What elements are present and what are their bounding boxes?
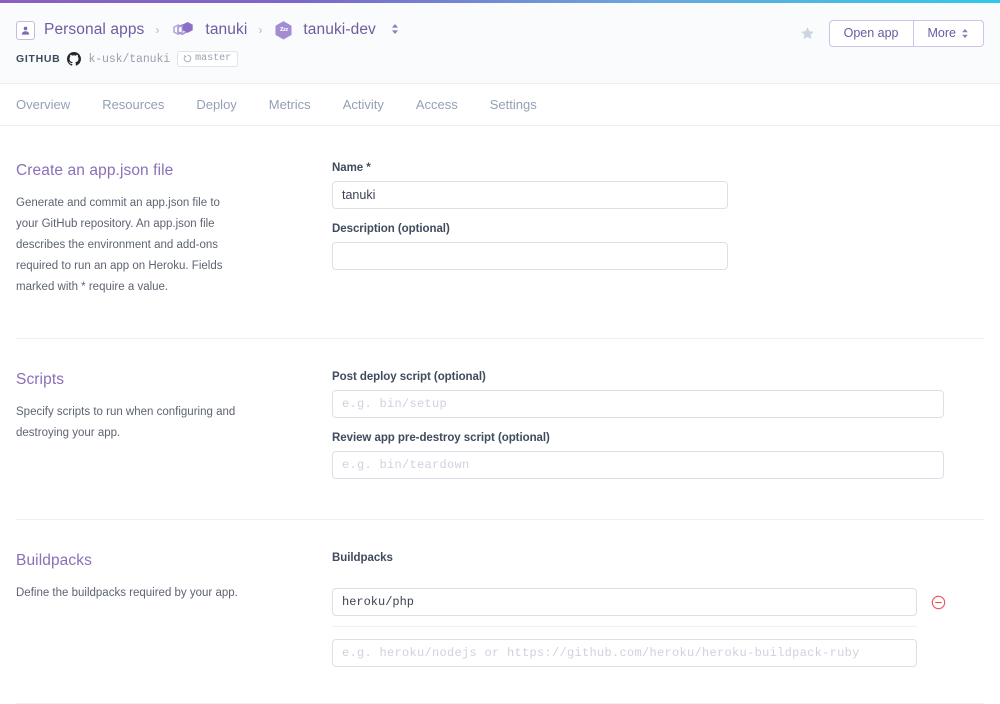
github-provider-label: GITHUB (16, 53, 61, 65)
branch-badge[interactable]: master (177, 51, 239, 67)
more-button[interactable]: More (912, 21, 983, 46)
star-icon[interactable] (800, 26, 815, 41)
field-pre-destroy-script: Review app pre-destroy script (optional) (332, 432, 944, 479)
breadcrumb-item-tanuki[interactable]: tanuki (170, 19, 247, 41)
app-header: Personal apps › tanuki › z zz tanuki-dev… (0, 3, 1000, 84)
sync-icon (183, 54, 192, 63)
section-appjson-form: Name * Description (optional) (332, 162, 944, 298)
section-scripts: Scripts Specify scripts to run when conf… (16, 339, 984, 519)
github-icon (67, 52, 82, 66)
section-appjson-title: Create an app.json file (16, 162, 174, 179)
description-input[interactable] (332, 242, 728, 270)
breadcrumb-separator: › (155, 23, 160, 37)
section-appjson-description: Generate and commit an app.json file to … (16, 197, 223, 293)
section-buildpacks-title: Buildpacks (16, 552, 92, 569)
github-connection-row: GITHUB k-usk/tanuki master (16, 51, 984, 67)
buildpack-entry-row (332, 588, 972, 616)
tab-access[interactable]: Access (400, 84, 474, 126)
section-create-appjson: Create an app.json file Generate and com… (16, 126, 984, 338)
field-description: Description (optional) (332, 223, 944, 270)
buildpack-new-row (332, 639, 972, 667)
buildpacks-label: Buildpacks (332, 552, 393, 564)
tab-settings[interactable]: Settings (474, 84, 553, 126)
pipeline-hexagons-icon (170, 19, 196, 41)
post-deploy-script-label: Post deploy script (optional) (332, 371, 486, 383)
breadcrumb-label-personal-apps: Personal apps (44, 21, 145, 38)
section-buildpacks: Buildpacks Define the buildpacks require… (16, 520, 984, 703)
section-appjson-info: Create an app.json file Generate and com… (16, 162, 332, 298)
breadcrumb-separator-2: › (258, 23, 263, 37)
description-label: Description (optional) (332, 223, 450, 235)
buildpack-new-input[interactable] (332, 639, 917, 667)
section-buildpacks-info: Buildpacks Define the buildpacks require… (16, 552, 332, 667)
section-scripts-info: Scripts Specify scripts to run when conf… (16, 371, 332, 479)
app-actions-button-group: Open app More (828, 20, 984, 47)
branch-name: master (195, 53, 232, 64)
buildpack-input[interactable] (332, 588, 917, 616)
tab-metrics[interactable]: Metrics (253, 84, 327, 126)
section-scripts-title: Scripts (16, 371, 65, 388)
chevron-updown-icon[interactable] (391, 23, 399, 38)
name-input[interactable] (332, 181, 728, 209)
breadcrumb-label-tanuki: tanuki (205, 21, 248, 38)
person-icon (16, 20, 35, 40)
buildpack-divider (332, 626, 917, 627)
section-scripts-description: Specify scripts to run when configuring … (16, 406, 236, 439)
breadcrumb-label-tanuki-dev: tanuki-dev (303, 21, 376, 38)
sleeping-app-hexagon-icon: z zz (273, 20, 294, 41)
tab-overview[interactable]: Overview (16, 84, 86, 126)
chevron-updown-icon-more (961, 28, 969, 39)
main-content: Create an app.json file Generate and com… (0, 126, 1000, 704)
name-label: Name * (332, 162, 371, 174)
field-name: Name * (332, 162, 944, 209)
field-post-deploy-script: Post deploy script (optional) (332, 371, 944, 418)
remove-circle-icon[interactable] (931, 595, 946, 610)
tab-resources[interactable]: Resources (86, 84, 180, 126)
section-scripts-form: Post deploy script (optional) Review app… (332, 371, 944, 479)
zzz-text: z zz (279, 26, 288, 33)
post-deploy-script-input[interactable] (332, 390, 944, 418)
open-app-button[interactable]: Open app (830, 21, 913, 46)
app-nav-tabs: Overview Resources Deploy Metrics Activi… (0, 84, 1000, 126)
tab-activity[interactable]: Activity (327, 84, 400, 126)
breadcrumb-item-tanuki-dev[interactable]: z zz tanuki-dev (273, 20, 399, 41)
breadcrumb-item-personal-apps[interactable]: Personal apps (16, 20, 145, 40)
pre-destroy-script-label: Review app pre-destroy script (optional) (332, 432, 550, 444)
pre-destroy-script-input[interactable] (332, 451, 944, 479)
header-actions: Open app More (800, 20, 984, 47)
section-buildpacks-description: Define the buildpacks required by your a… (16, 587, 238, 599)
tab-deploy[interactable]: Deploy (180, 84, 252, 126)
more-button-label: More (927, 26, 956, 40)
github-repo-link[interactable]: k-usk/tanuki (88, 53, 170, 66)
section-buildpacks-form: Buildpacks (332, 552, 972, 667)
